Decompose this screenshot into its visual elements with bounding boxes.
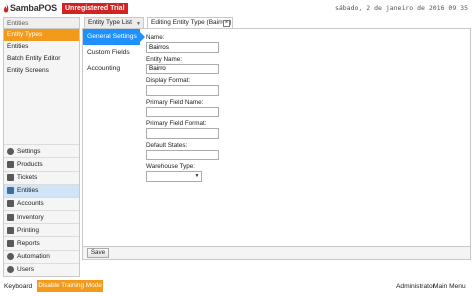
display-format-label: Display Format: <box>146 77 191 84</box>
keyboard-button[interactable]: Keyboard <box>4 281 32 292</box>
gear-icon <box>7 147 14 155</box>
nav-settings-label: Settings <box>17 147 41 155</box>
trial-badge: Unregistered Trial <box>62 3 128 14</box>
entity-name-label: Entity Name: <box>146 55 183 63</box>
flame-logo-icon <box>3 3 9 13</box>
nav-inventory[interactable]: Inventory <box>4 210 79 224</box>
datetime-display: sábado, 2 de janeiro de 2016 09 35 <box>334 4 468 12</box>
warehouse-type-select[interactable]: ▼ <box>146 171 202 182</box>
general-settings-form: Name: Entity Name: Display Format: Prima… <box>146 34 226 182</box>
nav-accounts-label: Accounts <box>17 200 44 208</box>
nav-entities-label: Entities <box>17 187 39 195</box>
name-field[interactable] <box>146 42 219 53</box>
tab-entity-type-list-label: Entity Type List <box>88 19 132 26</box>
editor-section-menu: General Settings Custom Fields Accountin… <box>83 29 145 247</box>
primary-field-name-field[interactable] <box>146 106 219 117</box>
nav-automation[interactable]: Automation <box>4 249 79 263</box>
main-nav: Settings Products Tickets Entities Accou… <box>4 144 79 276</box>
save-button[interactable]: Save <box>87 248 109 258</box>
chevron-down-icon: ▼ <box>194 173 200 179</box>
disable-training-mode-button[interactable]: Disable Training Mode <box>37 280 103 292</box>
nav-tickets-label: Tickets <box>17 174 38 182</box>
nav-printing[interactable]: Printing <box>4 223 79 237</box>
editor-panel: General Settings Custom Fields Accountin… <box>82 28 471 260</box>
nav-accounts[interactable]: Accounts <box>4 196 79 211</box>
top-bar: SambaPOS Unregistered Trial sábado, 2 de… <box>0 0 474 18</box>
default-states-field[interactable] <box>146 149 219 160</box>
main-menu-button[interactable]: Main Menu <box>433 281 466 292</box>
tab-editing-entity-type-label: Editing Entity Type (Bairros) <box>151 19 232 26</box>
nav-users[interactable]: Users <box>4 262 79 276</box>
nav-products[interactable]: Products <box>4 157 79 171</box>
tab-entity-type-list[interactable]: Entity Type List ▼ <box>84 17 144 28</box>
inventory-icon <box>7 213 14 221</box>
section-accounting[interactable]: Accounting <box>83 61 140 77</box>
printer-icon <box>7 226 14 234</box>
current-user-label: Administrator <box>396 283 435 290</box>
app-name: SambaPOS <box>10 3 57 13</box>
nav-reports[interactable]: Reports <box>4 236 79 250</box>
name-label: Name: <box>146 34 165 41</box>
entities-sidebar: Entities Entity Types Entities Batch Ent… <box>3 17 80 277</box>
cup-icon <box>7 160 14 168</box>
sidebar-item-entity-screens[interactable]: Entity Screens <box>4 65 79 77</box>
nav-reports-label: Reports <box>17 240 40 248</box>
automation-icon <box>7 253 14 261</box>
sidebar-item-batch-entity-editor[interactable]: Batch Entity Editor <box>4 53 79 65</box>
primary-field-format-field[interactable] <box>146 128 219 139</box>
accounts-icon <box>7 200 14 208</box>
close-icon[interactable]: × <box>223 19 230 27</box>
primary-field-name-label: Primary Field Name: <box>146 98 204 106</box>
nav-inventory-label: Inventory <box>17 213 44 221</box>
chart-icon <box>7 240 14 248</box>
nav-entities[interactable]: Entities <box>4 183 79 197</box>
editor-footer: Save <box>83 246 470 259</box>
sidebar-header: Entities <box>4 18 79 29</box>
nav-users-label: Users <box>17 266 34 274</box>
entity-name-field[interactable] <box>146 63 219 74</box>
entities-icon <box>7 187 14 195</box>
nav-printing-label: Printing <box>17 226 40 234</box>
section-custom-fields[interactable]: Custom Fields <box>83 45 140 61</box>
sidebar-item-entities[interactable]: Entities <box>4 41 79 53</box>
tab-editing-entity-type[interactable]: Editing Entity Type (Bairros) × <box>147 17 233 28</box>
nav-products-label: Products <box>17 160 43 168</box>
primary-field-format-label: Primary Field Format: <box>146 120 207 127</box>
section-general-settings[interactable]: General Settings <box>83 29 145 45</box>
nav-tickets[interactable]: Tickets <box>4 170 79 184</box>
default-states-label: Default States: <box>146 141 188 149</box>
nav-automation-label: Automation <box>17 253 50 261</box>
display-format-field[interactable] <box>146 85 219 96</box>
ticket-icon <box>7 174 14 182</box>
sidebar-item-entity-types[interactable]: Entity Types <box>4 29 79 41</box>
warehouse-type-label: Warehouse Type: <box>146 163 196 170</box>
status-bar: Keyboard Disable Training Mode Administr… <box>0 278 474 296</box>
nav-settings[interactable]: Settings <box>4 144 79 158</box>
user-icon <box>7 266 14 274</box>
